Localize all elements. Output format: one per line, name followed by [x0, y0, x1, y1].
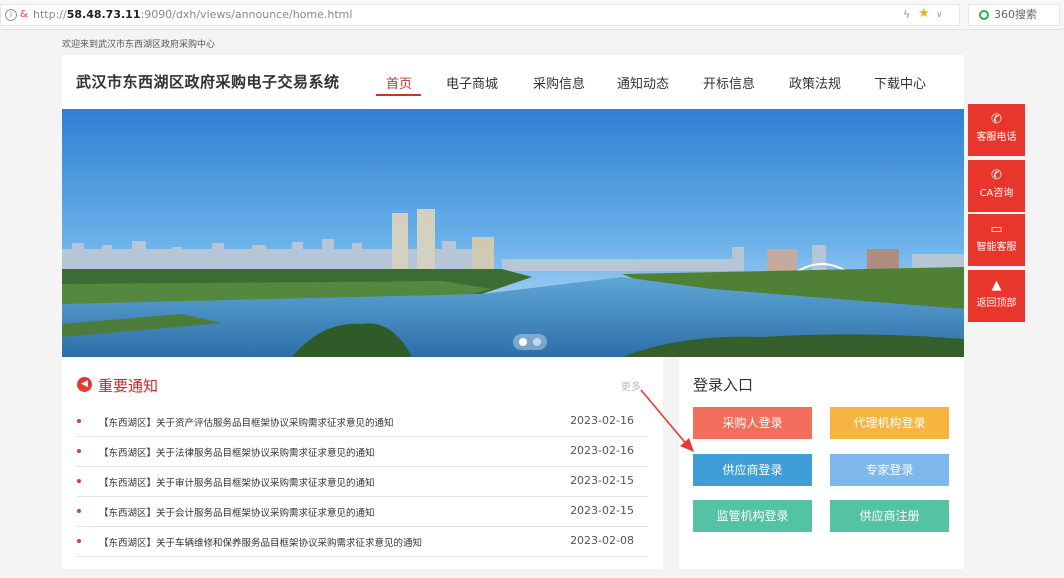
notice-date: 2023-02-08	[570, 534, 634, 547]
supplier-register-button[interactable]: 供应商注册	[830, 500, 949, 532]
url-text[interactable]: http://58.48.73.11:9090/dxh/views/announ…	[33, 7, 352, 23]
side-tool-label: 智能客服	[976, 242, 1017, 253]
notice-title-link[interactable]: 【东西湖区】关于审计服务品目框架协议采购需求征求意见的通知	[99, 475, 375, 489]
side-tool-back-to-top[interactable]: ▲ 返回顶部	[968, 270, 1025, 322]
notice-row[interactable]: 【东西湖区】关于会计服务品目框架协议采购需求征求意见的通知 2023-02-15	[77, 497, 648, 527]
notice-date: 2023-02-15	[570, 474, 634, 487]
notice-title-link[interactable]: 【东西湖区】关于车辆维修和保养服务品目框架协议采购需求征求意见的通知	[99, 535, 422, 549]
notice-date: 2023-02-16	[570, 444, 634, 457]
nav-e-mall[interactable]: 电子商城	[446, 73, 498, 92]
bullet-icon	[77, 509, 81, 513]
side-tool-label: CA咨询	[979, 188, 1014, 199]
side-tool-chat[interactable]: ▭ 智能客服	[968, 214, 1025, 266]
side-tool-label: 返回顶部	[976, 298, 1017, 309]
lightning-icon[interactable]: ϟ	[903, 7, 910, 23]
insecure-warning-icon: &	[20, 9, 28, 20]
purchaser-login-button[interactable]: 采购人登录	[693, 407, 812, 439]
nav-policies[interactable]: 政策法规	[789, 73, 841, 92]
agency-login-button[interactable]: 代理机构登录	[830, 407, 949, 439]
chevron-down-icon[interactable]: ∨	[936, 7, 943, 23]
search-engine-box[interactable]: 360搜索	[968, 4, 1060, 26]
banner-image	[62, 109, 964, 357]
security-info-icon[interactable]: i	[5, 9, 17, 21]
url-field[interactable]: i & http://58.48.73.11:9090/dxh/views/an…	[0, 4, 960, 26]
site-header: 武汉市东西湖区政府采购电子交易系统 首页 电子商城 采购信息 通知动态 开标信息…	[62, 55, 964, 109]
chat-icon: ▭	[990, 222, 1003, 237]
notice-row[interactable]: 【东西湖区】关于资产评估服务品目框架协议采购需求征求意见的通知 2023-02-…	[77, 407, 648, 437]
notice-date: 2023-02-15	[570, 504, 634, 517]
search-icon	[979, 10, 989, 20]
nav-downloads[interactable]: 下载中心	[874, 73, 926, 92]
side-tool-ca[interactable]: ✆ CA咨询	[968, 160, 1025, 212]
bullet-icon	[77, 419, 81, 423]
notice-title-link[interactable]: 【东西湖区】关于会计服务品目框架协议采购需求征求意见的通知	[99, 505, 375, 519]
notice-title-link[interactable]: 【东西湖区】关于资产评估服务品目框架协议采购需求征求意见的通知	[99, 415, 394, 429]
side-tool-label: 客服电话	[976, 132, 1017, 143]
carousel-dot-active[interactable]	[519, 338, 527, 346]
url-prefix: http://	[33, 8, 67, 21]
login-title: 登录入口	[693, 376, 754, 394]
url-host: 58.48.73.11	[66, 8, 141, 21]
bullet-icon	[77, 479, 81, 483]
login-panel: 登录入口 采购人登录 代理机构登录 供应商登录 专家登录 监管机构登录 供应商注…	[679, 357, 964, 569]
bullet-icon	[77, 539, 81, 543]
nav-active-indicator	[376, 94, 421, 96]
bullet-icon	[77, 449, 81, 453]
site-title: 武汉市东西湖区政府采购电子交易系统	[76, 73, 340, 91]
nav-home[interactable]: 首页	[386, 73, 412, 92]
hero-banner[interactable]	[62, 109, 964, 357]
carousel-indicator	[513, 334, 547, 350]
notice-date: 2023-02-16	[570, 414, 634, 427]
notice-row[interactable]: 【东西湖区】关于车辆维修和保养服务品目框架协议采购需求征求意见的通知 2023-…	[77, 527, 648, 557]
notices-title: 重要通知	[98, 377, 159, 395]
supplier-login-button[interactable]: 供应商登录	[693, 454, 812, 486]
side-tool-hotline[interactable]: ✆ 客服电话	[968, 104, 1025, 156]
phone-icon: ✆	[991, 168, 1002, 183]
carousel-dot[interactable]	[533, 338, 541, 346]
nav-bid-opening[interactable]: 开标信息	[703, 73, 755, 92]
regulator-login-button[interactable]: 监管机构登录	[693, 500, 812, 532]
browser-address-bar: i & http://58.48.73.11:9090/dxh/views/an…	[0, 0, 1064, 30]
arrow-up-icon: ▲	[991, 278, 1002, 293]
nav-procurement-info[interactable]: 采购信息	[533, 73, 585, 92]
welcome-text: 欢迎来到武汉市东西湖区政府采购中心	[62, 40, 216, 50]
url-path: :9090/dxh/views/announce/home.html	[140, 8, 353, 21]
notice-row[interactable]: 【东西湖区】关于审计服务品目框架协议采购需求征求意见的通知 2023-02-15	[77, 467, 648, 497]
notice-title-link[interactable]: 【东西湖区】关于法律服务品目框架协议采购需求征求意见的通知	[99, 445, 375, 459]
expert-login-button[interactable]: 专家登录	[830, 454, 949, 486]
notice-row[interactable]: 【东西湖区】关于法律服务品目框架协议采购需求征求意见的通知 2023-02-16	[77, 437, 648, 467]
search-engine-label: 360搜索	[994, 8, 1037, 21]
bookmark-star-icon[interactable]: ★	[918, 6, 930, 22]
nav-notices[interactable]: 通知动态	[617, 73, 669, 92]
phone-icon: ✆	[991, 112, 1002, 127]
speaker-icon: ◀	[77, 377, 92, 392]
important-notices-panel: ◀ 重要通知 更多 【东西湖区】关于资产评估服务品目框架协议采购需求征求意见的通…	[62, 357, 663, 569]
notices-more-link[interactable]: 更多	[621, 378, 641, 393]
